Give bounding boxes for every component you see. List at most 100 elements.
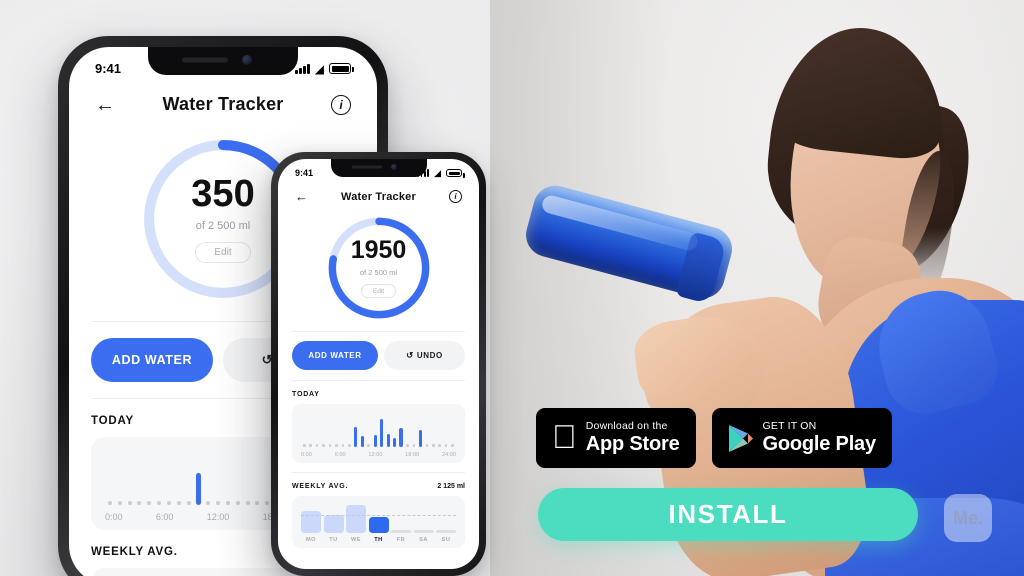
weekly-bar-column: SU: [436, 505, 456, 543]
app-nav-bar: ← Water Tracker i: [69, 76, 377, 121]
bar: [373, 435, 377, 447]
action-buttons-row: ADD WATER ↺ UNDO: [278, 332, 479, 370]
dot: [367, 444, 371, 447]
dot: [137, 501, 142, 505]
dot: [322, 444, 325, 447]
brand-logo: Me.: [944, 494, 992, 542]
axis-tick-label: 6:00: [334, 452, 346, 458]
app-nav-bar: ← Water Tracker i: [278, 178, 479, 207]
battery-icon: [329, 63, 354, 74]
back-arrow-icon[interactable]: ←: [95, 95, 115, 115]
weekly-avg-label: WEEKLY AVG.: [91, 546, 178, 558]
dot: [166, 501, 171, 505]
axis-tick-label: 12:00: [206, 512, 230, 522]
weekly-average-line: [301, 515, 456, 517]
dot: [216, 501, 221, 505]
weekly-bar: [436, 529, 456, 533]
dot: [406, 444, 409, 447]
weekly-bar: [391, 529, 411, 533]
edit-goal-button[interactable]: Edit: [360, 284, 397, 298]
dot: [186, 501, 191, 505]
ring-center-content: 1950 of 2 500 ml Edit: [326, 215, 432, 321]
water-amount-value: 1950: [350, 236, 407, 264]
google-play-text: GET IT ON Google Play: [737, 420, 877, 455]
status-indicators: ◢: [295, 61, 354, 76]
bar: [380, 419, 384, 447]
bar: [418, 430, 422, 447]
bar: [360, 436, 364, 447]
today-slot-dot: [144, 451, 154, 505]
dot: [117, 501, 122, 505]
bar: [386, 434, 390, 447]
axis-tick-label: 12:00: [368, 452, 383, 458]
dot: [265, 501, 270, 505]
app-store-badge[interactable]:  Download on the App Store: [536, 408, 696, 468]
undo-label: UNDO: [416, 351, 443, 360]
axis-tick-label: 24:00: [441, 452, 456, 458]
phone-front-screen: 9:41 ◢ ← Water Tracker i 1950 of 2 500 m…: [278, 159, 479, 569]
app-store-big-label: App Store: [561, 432, 680, 455]
bar: [392, 438, 397, 447]
today-slot-dot: [223, 451, 233, 505]
today-label: TODAY: [292, 391, 320, 398]
today-bar: [193, 451, 203, 505]
install-button[interactable]: INSTALL: [538, 488, 918, 541]
today-label: TODAY: [91, 415, 134, 427]
front-camera-icon: [242, 54, 252, 65]
weekly-day-label: WE: [350, 537, 361, 543]
today-slot-dot: [213, 451, 223, 505]
back-arrow-icon[interactable]: ←: [295, 190, 308, 203]
dot: [315, 444, 319, 447]
dot: [348, 444, 351, 447]
wifi-icon: ◢: [314, 61, 324, 76]
weekly-bar-chart: MO TU WE TH FR SA SU: [301, 505, 456, 543]
weekly-bar-column: TH: [368, 505, 389, 543]
today-slot-dot: [115, 451, 125, 505]
info-icon[interactable]: i: [331, 94, 351, 115]
today-slot-dot: [164, 451, 174, 505]
dot: [255, 501, 260, 505]
axis-tick-label: 0:00: [105, 512, 123, 522]
weekly-section-header: WEEKLY AVG. 2 125 ml: [278, 473, 479, 490]
today-slot-dot: [105, 451, 115, 505]
dot: [341, 444, 345, 447]
bar: [354, 427, 358, 447]
weekly-avg-label: WEEKLY AVG.: [292, 483, 349, 490]
google-play-big-label: Google Play: [737, 432, 877, 455]
weekly-bar: [323, 514, 344, 533]
dot: [107, 501, 112, 505]
today-section-header: TODAY: [278, 381, 479, 398]
google-play-badge[interactable]: GET IT ON Google Play: [711, 408, 892, 468]
info-icon[interactable]: i: [449, 190, 462, 203]
undo-button[interactable]: ↺ UNDO: [384, 341, 465, 370]
dot: [438, 444, 442, 447]
weekly-bar: [368, 517, 389, 533]
today-slot-dot: [125, 451, 135, 505]
edit-goal-button[interactable]: Edit: [195, 242, 251, 263]
weekly-bar-column: WE: [346, 505, 366, 543]
phone-notch: [148, 47, 298, 75]
weekly-chart-card: MO TU WE TH FR SA SU: [292, 496, 465, 548]
google-play-icon: [728, 424, 754, 453]
today-slot-dot: [252, 451, 262, 505]
status-time: 9:41: [95, 61, 122, 76]
axis-tick-label: 0:00: [301, 452, 312, 458]
axis-tick-label: 18:00: [405, 452, 420, 458]
today-bar-chart: [301, 413, 456, 447]
weekly-bar-column: TU: [323, 505, 344, 543]
add-water-button[interactable]: ADD WATER: [292, 341, 378, 370]
page-title: Water Tracker: [162, 94, 284, 114]
dot: [225, 501, 230, 505]
battery-icon: [446, 169, 465, 178]
dot: [245, 501, 250, 505]
weekly-day-label: SU: [441, 537, 451, 543]
today-chart-card: 0:00 6:00 12:00 18:00 24:00: [292, 404, 465, 463]
dot: [335, 444, 338, 447]
add-water-button[interactable]: ADD WATER: [91, 338, 213, 382]
weekly-bar-column: SA: [413, 505, 434, 543]
google-play-small-label: GET IT ON: [737, 420, 817, 433]
dot: [451, 444, 454, 447]
cellular-signal-icon: [295, 63, 310, 74]
weekly-bar-column: FR: [391, 505, 411, 543]
dot: [425, 444, 429, 447]
